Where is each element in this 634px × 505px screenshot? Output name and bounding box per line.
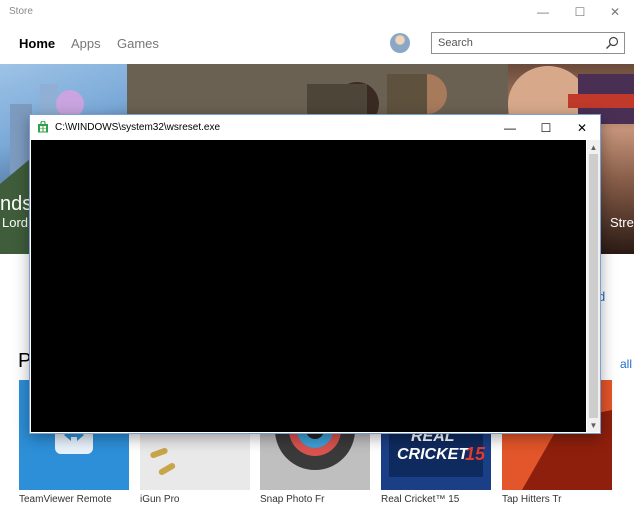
console-window: C:\WINDOWS\system32\wsreset.exe — ☐ ✕ ▲ …	[29, 114, 601, 434]
search-box	[431, 32, 625, 54]
console-output-area[interactable]	[31, 140, 586, 432]
store-titlebar: Store — ☐ ✕	[0, 0, 634, 24]
user-avatar[interactable]	[390, 33, 410, 53]
hero-left-title: nds	[0, 193, 33, 215]
console-scrollbar[interactable]: ▲ ▼	[587, 140, 600, 432]
scroll-down-button[interactable]: ▼	[587, 418, 600, 432]
nav-home[interactable]: Home	[19, 36, 55, 51]
store-window-title: Store	[9, 6, 33, 17]
store-minimize-button[interactable]: —	[524, 0, 562, 24]
console-close-button[interactable]: ✕	[564, 115, 600, 140]
search-input[interactable]	[432, 33, 608, 53]
scroll-thumb[interactable]	[589, 154, 598, 418]
store-maximize-button[interactable]: ☐	[561, 0, 599, 24]
hero-left-subtitle: Lord	[2, 215, 29, 230]
show-all-link[interactable]: all	[620, 357, 632, 371]
search-icon[interactable]	[605, 36, 619, 50]
real-cricket-cricket: CRICKET	[397, 446, 469, 463]
console-maximize-button[interactable]: ☐	[528, 115, 564, 140]
nav-games[interactable]: Games	[117, 36, 159, 51]
hero-right-title: Strea	[610, 215, 634, 230]
real-cricket-number: 15	[465, 444, 486, 464]
console-window-title: C:\WINDOWS\system32\wsreset.exe	[55, 122, 221, 133]
nav-apps[interactable]: Apps	[71, 36, 101, 51]
store-close-button[interactable]: ✕	[596, 0, 634, 24]
console-minimize-button[interactable]: —	[492, 115, 528, 140]
scroll-up-button[interactable]: ▲	[587, 140, 600, 154]
console-titlebar[interactable]: C:\WINDOWS\system32\wsreset.exe — ☐ ✕	[30, 115, 600, 140]
store-bag-icon	[38, 121, 48, 133]
